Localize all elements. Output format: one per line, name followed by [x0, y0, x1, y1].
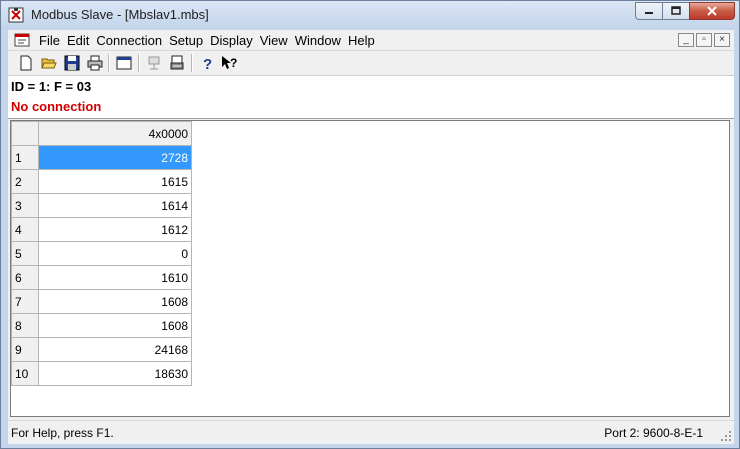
menu-edit[interactable]: Edit [67, 30, 96, 50]
status-port: Port 2: 9600-8-E-1 [604, 426, 703, 440]
row-header[interactable]: 9 [11, 337, 39, 362]
minimize-icon [645, 12, 653, 14]
close-button[interactable] [689, 2, 735, 20]
register-value-cell[interactable]: 2728 [38, 145, 192, 170]
maximize-button[interactable] [662, 2, 689, 20]
new-button[interactable] [16, 53, 36, 73]
row-header[interactable]: 4 [11, 217, 39, 242]
save-icon [64, 55, 80, 71]
toolbar: ? ? [8, 51, 734, 76]
table-row: 50 [11, 241, 192, 266]
slave-id-function: ID = 1: F = 03 [11, 79, 92, 94]
table-row: 9 24168 [11, 337, 192, 362]
register-value-cell[interactable]: 1608 [38, 289, 192, 314]
minimize-button[interactable] [635, 2, 662, 20]
app-window: Modbus Slave - [Mbslav1.mbs] File Edit C… [0, 0, 740, 449]
window-button[interactable] [114, 53, 134, 73]
menu-view[interactable]: View [260, 30, 295, 50]
modbus-app-icon [8, 7, 24, 23]
column-header[interactable]: 4x0000 [38, 121, 192, 146]
register-value-cell[interactable]: 1608 [38, 313, 192, 338]
svg-text:?: ? [203, 56, 212, 71]
save-button[interactable] [62, 53, 82, 73]
register-grid[interactable]: 4x0000 1 2728 2 1615 3 1614 4 1612 5 0 6 1610 7 1608 8… [10, 120, 730, 417]
register-value-cell[interactable]: 18630 [38, 361, 192, 386]
context-help-icon: ? [222, 56, 237, 70]
print-icon [87, 55, 103, 71]
row-header[interactable]: 2 [11, 169, 39, 194]
register-value-cell[interactable]: 24168 [38, 337, 192, 362]
status-help-text: For Help, press F1. [11, 426, 114, 440]
menu-connection[interactable]: Connection [96, 30, 169, 50]
connect-button[interactable] [144, 53, 164, 73]
menu-file[interactable]: File [39, 30, 67, 50]
mdi-minimize-button[interactable]: _ [678, 33, 694, 47]
register-table: 4x0000 1 2728 2 1615 3 1614 4 1612 5 0 6 1610 7 1608 8… [11, 121, 192, 386]
row-header[interactable]: 3 [11, 193, 39, 218]
client-area: File Edit Connection Setup Display View … [8, 30, 734, 444]
row-header[interactable]: 5 [11, 241, 39, 266]
table-row: 8 1608 [11, 313, 192, 338]
close-icon [707, 6, 717, 16]
register-value-cell[interactable]: 1615 [38, 169, 192, 194]
help-button[interactable]: ? [197, 53, 217, 73]
table-row: 4 1612 [11, 217, 192, 242]
menu-bar: File Edit Connection Setup Display View … [8, 30, 734, 51]
menu-setup[interactable]: Setup [169, 30, 210, 50]
title-bar[interactable]: Modbus Slave - [Mbslav1.mbs] [1, 1, 739, 29]
context-help-button[interactable]: ? [220, 53, 240, 73]
mdi-restore-button[interactable]: ▫ [696, 33, 712, 47]
row-header[interactable]: 7 [11, 289, 39, 314]
menu-help[interactable]: Help [348, 30, 382, 50]
maximize-icon [671, 6, 681, 15]
new-icon [20, 55, 32, 71]
info-panel: ID = 1: F = 03 No connection [8, 76, 734, 119]
menu-display[interactable]: Display [210, 30, 260, 50]
open-button[interactable] [39, 53, 59, 73]
row-header[interactable]: 6 [11, 265, 39, 290]
disconnect-icon [170, 55, 184, 70]
print-button[interactable] [85, 53, 105, 73]
resize-grip-icon[interactable] [720, 430, 732, 442]
help-icon: ? [203, 56, 212, 71]
table-row: 6 1610 [11, 265, 192, 290]
menu-window[interactable]: Window [295, 30, 348, 50]
table-row: 2 1615 [11, 169, 192, 194]
document-icon[interactable] [14, 32, 30, 48]
mdi-close-button[interactable]: × [714, 33, 730, 47]
window-title: Modbus Slave - [Mbslav1.mbs] [31, 7, 209, 22]
register-value-cell[interactable]: 1614 [38, 193, 192, 218]
table-row: 7 1608 [11, 289, 192, 314]
table-row: 10 18630 [11, 361, 192, 386]
row-header[interactable]: 1 [11, 145, 39, 170]
row-header[interactable]: 10 [11, 361, 39, 386]
disconnect-button[interactable] [167, 53, 187, 73]
table-row: 3 1614 [11, 193, 192, 218]
connection-status: No connection [11, 99, 102, 114]
table-row: 1 2728 [11, 145, 192, 170]
svg-text:?: ? [230, 56, 237, 70]
register-value-cell[interactable]: 1610 [38, 265, 192, 290]
connect-icon [148, 56, 160, 70]
register-value-cell[interactable]: 1612 [38, 217, 192, 242]
status-bar: For Help, press F1. Port 2: 9600-8-E-1 [8, 420, 734, 444]
row-header[interactable]: 8 [11, 313, 39, 338]
grid-corner[interactable] [11, 121, 39, 146]
register-value-cell[interactable]: 0 [38, 241, 192, 266]
open-icon [41, 58, 57, 69]
window-icon [116, 56, 132, 70]
